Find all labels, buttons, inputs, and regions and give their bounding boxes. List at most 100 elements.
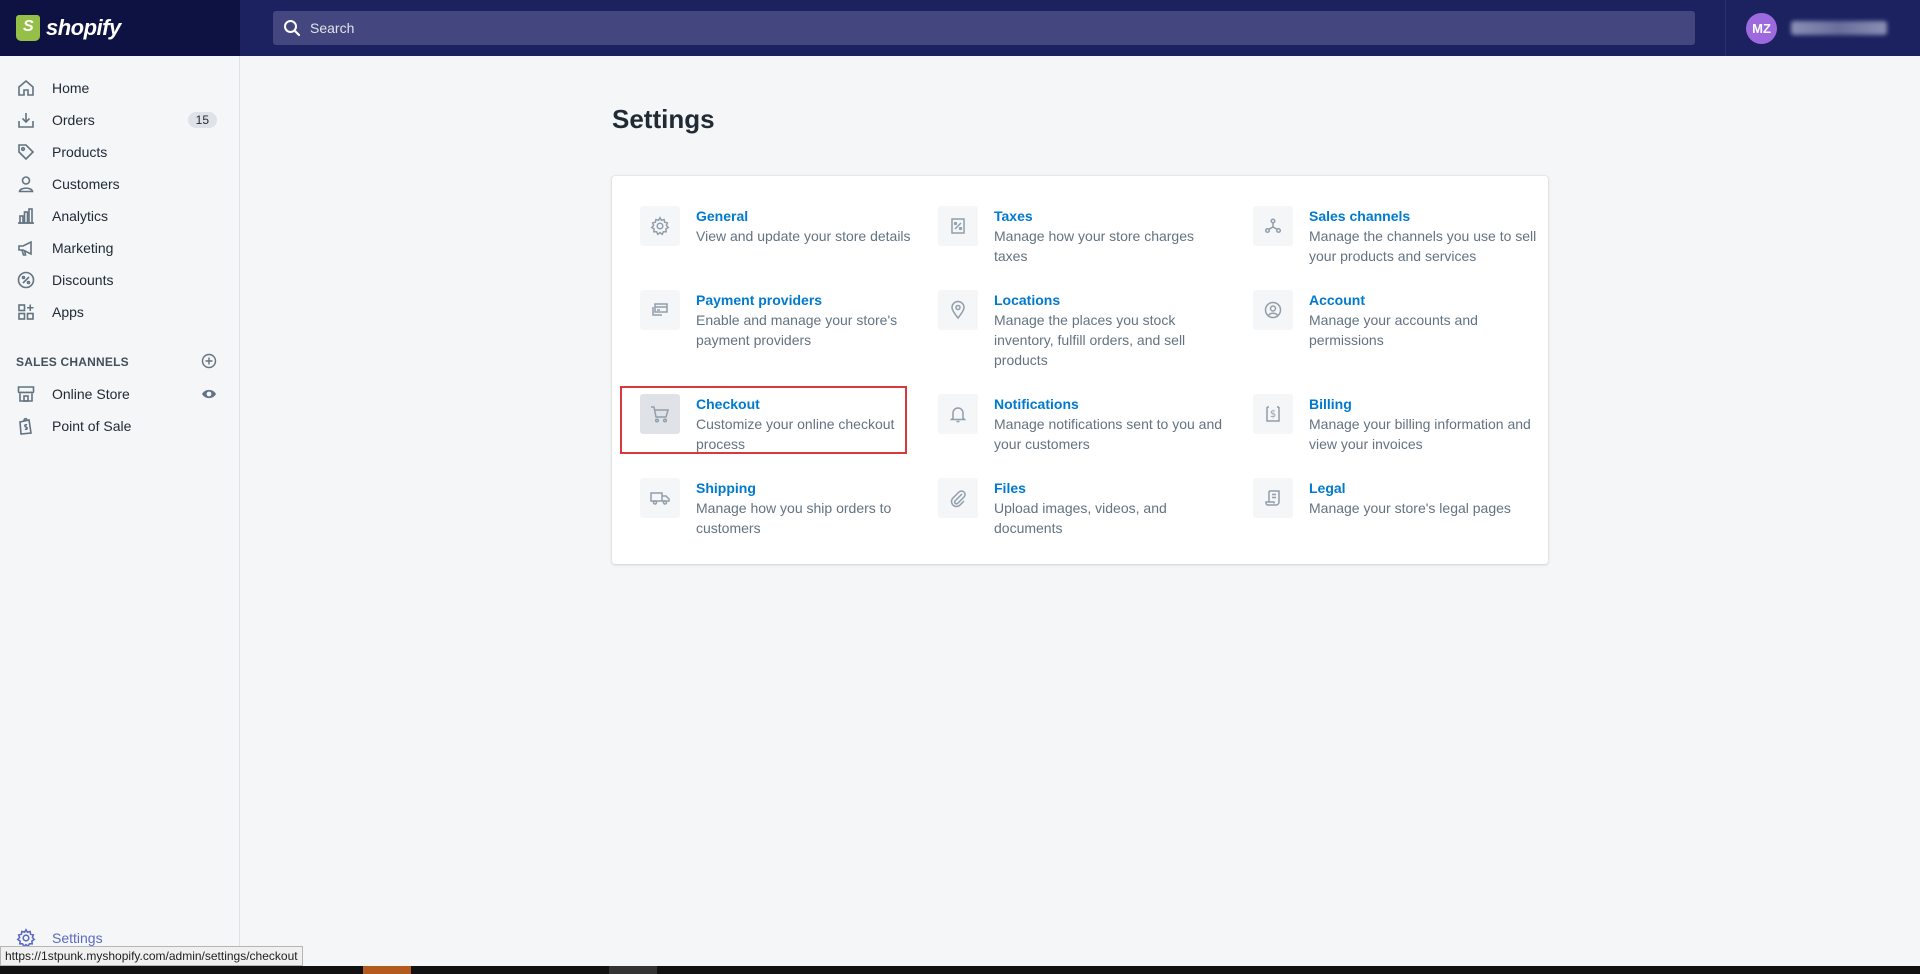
bell-icon (938, 394, 978, 434)
sidebar-item-label: Customers (52, 176, 120, 192)
setting-description: Manage notifications sent to you and you… (994, 416, 1223, 452)
taskbar-app-button[interactable] (609, 966, 657, 974)
setting-title[interactable]: Billing (1309, 394, 1538, 414)
shopify-logo[interactable]: shopify (0, 0, 240, 56)
sidebar-item-customers[interactable]: Customers (0, 168, 239, 200)
setting-account[interactable]: Account Manage your accounts and permiss… (1253, 290, 1538, 350)
setting-taxes[interactable]: Taxes Manage how your store charges taxe… (938, 206, 1223, 266)
sidebar: Home Orders 15 Products Customers Analyt… (0, 56, 240, 974)
sidebar-item-label: Products (52, 144, 108, 160)
sidebar-item-discounts[interactable]: Discounts (0, 264, 239, 296)
setting-title[interactable]: Legal (1309, 478, 1511, 498)
setting-description: Manage your billing information and view… (1309, 416, 1531, 452)
tag-icon (16, 142, 36, 162)
shopify-bag-icon (16, 416, 36, 436)
billing-icon: $ (1253, 394, 1293, 434)
top-bar: shopify MZ (0, 0, 1920, 56)
avatar[interactable]: MZ (1746, 12, 1777, 44)
channels-icon (1253, 206, 1293, 246)
sidebar-item-analytics[interactable]: Analytics (0, 200, 239, 232)
settings-card: General View and update your store detai… (612, 176, 1548, 564)
search-icon (283, 19, 301, 37)
payment-icon (640, 290, 680, 330)
sidebar-item-label: Settings (52, 930, 103, 946)
apps-icon (16, 302, 36, 322)
orders-icon (16, 110, 36, 130)
search-bar[interactable] (273, 11, 1695, 45)
setting-title[interactable]: Taxes (994, 206, 1223, 226)
setting-description: Upload images, videos, and documents (994, 500, 1167, 536)
setting-description: Manage your store's legal pages (1309, 500, 1511, 516)
paperclip-icon (938, 478, 978, 518)
store-icon (16, 384, 36, 404)
setting-billing[interactable]: $ Billing Manage your billing informatio… (1253, 394, 1538, 454)
sidebar-item-home[interactable]: Home (0, 72, 239, 104)
setting-title[interactable]: Locations (994, 290, 1223, 310)
taskbar-app-button[interactable] (363, 966, 411, 974)
megaphone-icon (16, 238, 36, 258)
account-icon (1253, 290, 1293, 330)
user-menu[interactable]: MZ (1725, 0, 1920, 56)
sidebar-item-label: Orders (52, 112, 95, 128)
svg-text:$: $ (1270, 409, 1276, 420)
setting-notifications[interactable]: Notifications Manage notifications sent … (938, 394, 1223, 454)
section-heading-label: SALES CHANNELS (16, 355, 129, 369)
sidebar-item-point-of-sale[interactable]: Point of Sale (0, 410, 239, 442)
setting-description: Manage how your store charges taxes (994, 228, 1194, 264)
logo-text: shopify (46, 15, 121, 40)
sidebar-item-orders[interactable]: Orders 15 (0, 104, 239, 136)
setting-description: Manage the channels you use to sell your… (1309, 228, 1537, 264)
sales-channels-heading: SALES CHANNELS (0, 346, 239, 378)
setting-title[interactable]: Notifications (994, 394, 1223, 414)
sidebar-item-label: Point of Sale (52, 418, 132, 434)
sidebar-item-label: Discounts (52, 272, 114, 288)
sidebar-item-online-store[interactable]: Online Store (0, 378, 239, 410)
sidebar-item-marketing[interactable]: Marketing (0, 232, 239, 264)
sidebar-item-label: Home (52, 80, 90, 96)
discount-icon (16, 270, 36, 290)
gear-icon (640, 206, 680, 246)
setting-description: View and update your store details (696, 228, 911, 244)
setting-description: Manage your accounts and permissions (1309, 312, 1478, 348)
sidebar-item-label: Analytics (52, 208, 109, 224)
sidebar-item-label: Apps (52, 304, 84, 320)
page-title: Settings (612, 104, 715, 134)
tax-icon (938, 206, 978, 246)
setting-description: Manage the places you stock inventory, f… (994, 312, 1186, 368)
orders-count-badge: 15 (187, 112, 217, 128)
setting-title[interactable]: General (696, 206, 911, 226)
checkout-highlight-box (620, 386, 907, 454)
setting-general[interactable]: General View and update your store detai… (640, 206, 925, 246)
setting-title[interactable]: Account (1309, 290, 1538, 310)
sidebar-item-label: Marketing (52, 240, 114, 256)
setting-description: Manage how you ship orders to customers (696, 500, 892, 536)
legal-icon (1253, 478, 1293, 518)
setting-title[interactable]: Sales channels (1309, 206, 1538, 226)
sidebar-nav: Home Orders 15 Products Customers Analyt… (0, 56, 239, 442)
setting-title[interactable]: Payment providers (696, 290, 925, 310)
bar-chart-icon (16, 206, 36, 226)
sidebar-item-label: Online Store (52, 386, 130, 402)
status-bar-url: https://1stpunk.myshopify.com/admin/sett… (0, 946, 303, 966)
add-channel-icon[interactable] (201, 353, 217, 372)
setting-legal[interactable]: Legal Manage your store's legal pages (1253, 478, 1538, 518)
setting-payment-providers[interactable]: Payment providers Enable and manage your… (640, 290, 925, 350)
shopify-bag-icon (16, 15, 40, 41)
setting-shipping[interactable]: Shipping Manage how you ship orders to c… (640, 478, 925, 538)
sidebar-item-products[interactable]: Products (0, 136, 239, 168)
setting-title[interactable]: Files (994, 478, 1223, 498)
location-pin-icon (938, 290, 978, 330)
setting-description: Enable and manage your store's payment p… (696, 312, 898, 348)
person-icon (16, 174, 36, 194)
setting-files[interactable]: Files Upload images, videos, and documen… (938, 478, 1223, 538)
setting-title[interactable]: Shipping (696, 478, 925, 498)
search-input[interactable] (310, 20, 910, 36)
sidebar-item-apps[interactable]: Apps (0, 296, 239, 328)
setting-sales-channels[interactable]: Sales channels Manage the channels you u… (1253, 206, 1538, 266)
setting-locations[interactable]: Locations Manage the places you stock in… (938, 290, 1223, 370)
gear-icon (16, 928, 36, 948)
view-store-eye-icon[interactable] (201, 387, 217, 404)
user-name-redacted (1791, 21, 1887, 35)
taskbar (0, 966, 1920, 974)
home-icon (16, 78, 36, 98)
